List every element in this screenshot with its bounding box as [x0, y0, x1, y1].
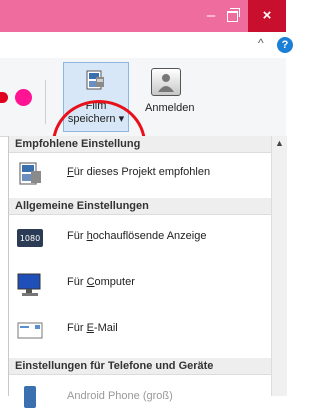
- save-movie-dropdown-menu: Empfohlene Einstellung Für dieses Projek…: [8, 136, 271, 408]
- svg-text:1080: 1080: [20, 234, 40, 243]
- menu-item-email[interactable]: Für E-Mail: [9, 310, 271, 350]
- menu-item-label: Für E-Mail: [67, 322, 118, 334]
- menu-item-hd-display[interactable]: 1080 Für hochauflösende Anzeige: [9, 218, 271, 258]
- android-phone-icon: [24, 386, 36, 408]
- menu-item-label: Für hochauflösende Anzeige: [67, 230, 207, 242]
- menu-item-label: Für dieses Projekt empfohlen: [67, 166, 211, 178]
- email-icon: [17, 322, 43, 339]
- menu-item-label: Android Phone (groß): [67, 390, 173, 402]
- menu-item-android-phone[interactable]: Android Phone (groß): [9, 378, 271, 418]
- menu-scrollbar[interactable]: ▲: [271, 136, 287, 396]
- color-swatch-icon[interactable]: [0, 92, 8, 103]
- help-icon[interactable]: ?: [277, 37, 293, 53]
- section-header-recommended: Empfohlene Einstellung: [9, 136, 271, 153]
- project-film-icon: [19, 162, 41, 185]
- sign-in-label: Anmelden: [145, 102, 195, 114]
- window-titlebar: – ×: [0, 0, 286, 32]
- section-header-general: Allgemeine Einstellungen: [9, 198, 271, 215]
- menu-item-recommended[interactable]: Für dieses Projekt empfohlen: [9, 154, 271, 194]
- ribbon-separator: [45, 80, 46, 124]
- hd-1080-icon: 1080: [17, 229, 43, 247]
- minimize-button[interactable]: –: [202, 0, 220, 32]
- computer-icon: [17, 273, 41, 296]
- menu-item-label: Für Computer: [67, 276, 135, 288]
- user-icon: [151, 68, 181, 96]
- collapse-ribbon-icon[interactable]: ^: [258, 36, 264, 50]
- ribbon: Film speichern ▾ Anmelden: [0, 58, 286, 188]
- scroll-up-icon[interactable]: ▲: [275, 138, 284, 148]
- menu-item-computer[interactable]: Für Computer: [9, 264, 271, 304]
- section-header-phones: Einstellungen für Telefone und Geräte: [9, 358, 271, 375]
- theme-color-icon[interactable]: [15, 89, 32, 106]
- close-button[interactable]: ×: [248, 0, 286, 32]
- save-movie-icon: [86, 70, 104, 90]
- restore-icon: [226, 8, 240, 22]
- maximize-button[interactable]: [222, 0, 242, 32]
- sign-in-button[interactable]: Anmelden: [145, 66, 197, 126]
- ribbon-tab-strip: ^ ?: [0, 32, 293, 59]
